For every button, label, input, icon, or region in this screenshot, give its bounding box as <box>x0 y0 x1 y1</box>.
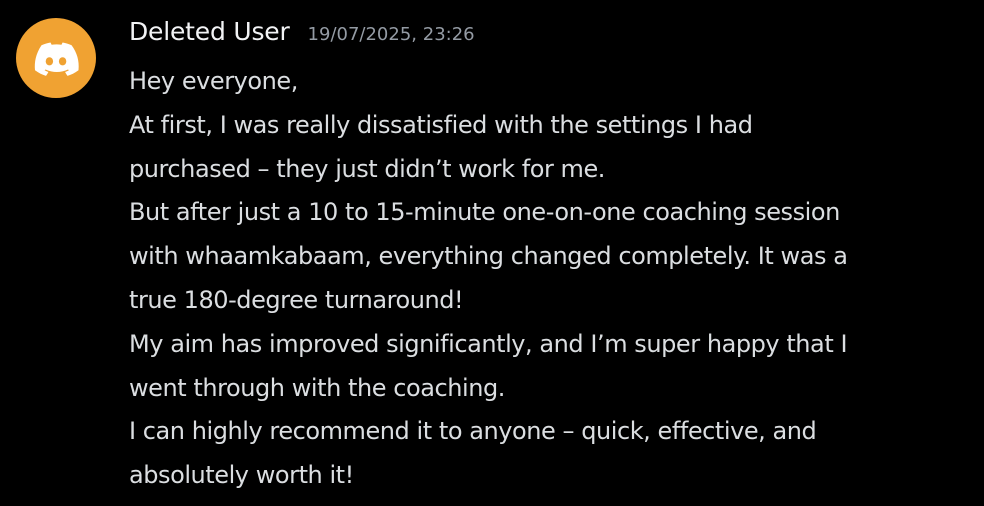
message-content: Hey everyone, At first, I was really dis… <box>129 60 969 498</box>
message-line: purchased – they just didn’t work for me… <box>129 154 605 183</box>
message-line: My aim has improved significantly, and I… <box>129 329 848 358</box>
message-line: with whaamkabaam, everything changed com… <box>129 242 848 271</box>
username[interactable]: Deleted User <box>129 17 290 46</box>
message-line: went through with the coaching. <box>129 373 505 402</box>
message-header: Deleted User 19/07/2025, 23:26 <box>129 17 475 46</box>
user-avatar[interactable] <box>16 18 96 98</box>
message-line: But after just a 10 to 15-minute one-on-… <box>129 198 840 227</box>
message-line: At first, I was really dissatisfied with… <box>129 110 753 139</box>
timestamp: 19/07/2025, 23:26 <box>307 24 475 45</box>
discord-logo-icon <box>34 42 79 76</box>
message-line: true 180-degree turnaround! <box>129 285 464 314</box>
message-line: absolutely worth it! <box>129 461 354 490</box>
message-line: Hey everyone, <box>129 67 298 95</box>
message-line: I can highly recommend it to anyone – qu… <box>129 417 817 446</box>
chat-message: Deleted User 19/07/2025, 23:26 Hey every… <box>0 0 984 506</box>
